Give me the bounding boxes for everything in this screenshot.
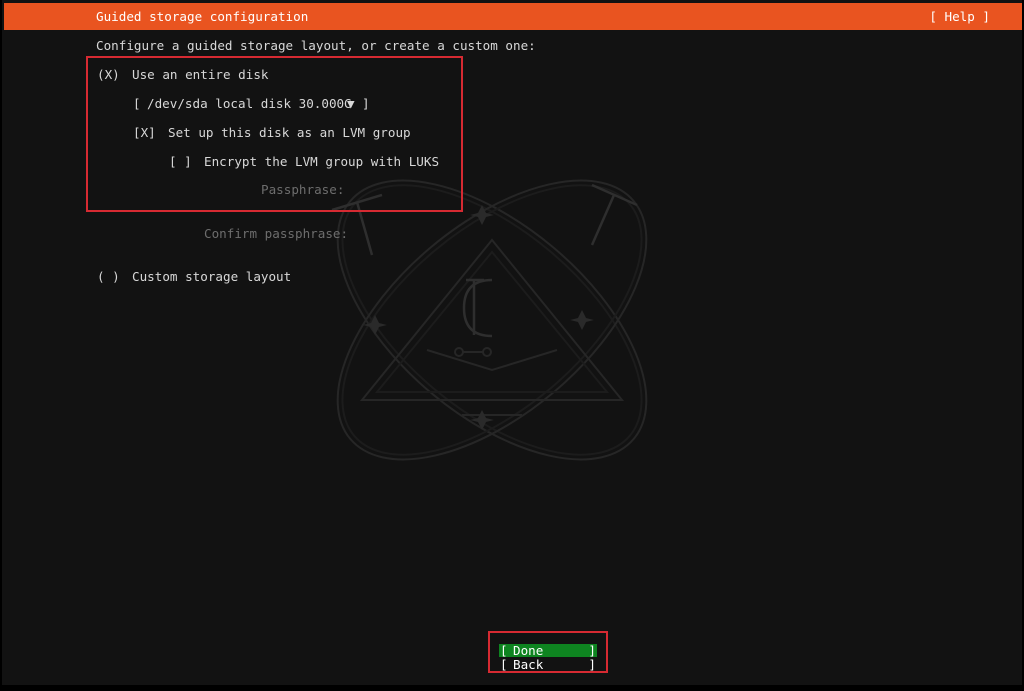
screen-bottom-edge — [2, 685, 1024, 691]
intro-text: Configure a guided storage layout, or cr… — [96, 38, 536, 53]
back-button[interactable]: [ Back ] — [499, 658, 597, 671]
confirm-passphrase-label: Confirm passphrase: — [204, 226, 349, 241]
custom-storage-label: Custom storage layout — [132, 269, 292, 284]
back-open-bracket: [ — [500, 657, 508, 672]
back-close-bracket: ] — [588, 657, 596, 672]
highlight-box-disk-options — [86, 56, 463, 212]
page-title: Guided storage configuration — [96, 9, 309, 24]
installer-screen: Guided storage configuration [ Help ] Co… — [0, 0, 1024, 691]
done-close-bracket: ] — [588, 643, 596, 658]
back-label: Back — [513, 657, 544, 672]
custom-storage-radio[interactable]: ( ) — [97, 269, 120, 285]
help-button[interactable]: [ Help ] — [929, 9, 990, 24]
done-label: Done — [513, 643, 544, 658]
done-open-bracket: [ — [500, 643, 508, 658]
title-bar: Guided storage configuration [ Help ] — [4, 3, 1022, 30]
done-button[interactable]: [ Done ] — [499, 644, 597, 657]
